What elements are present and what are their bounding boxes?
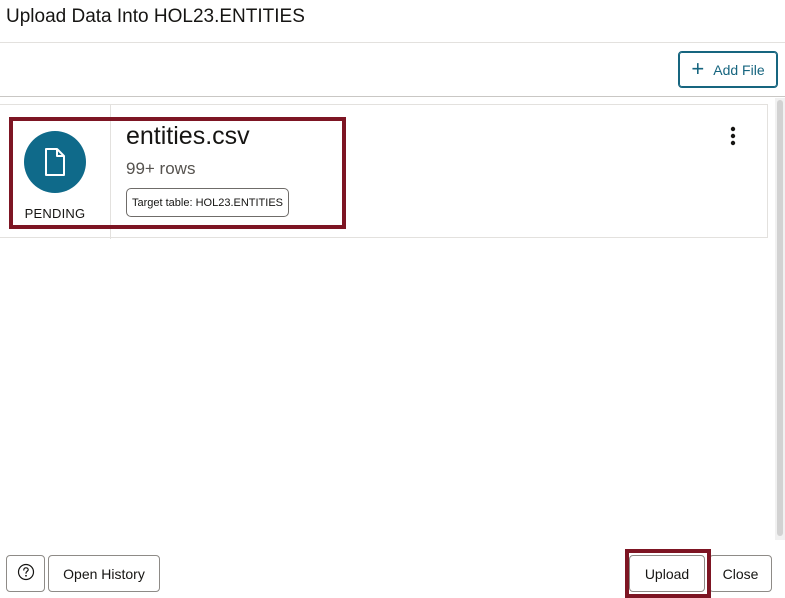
title-divider (0, 42, 785, 43)
upload-button[interactable]: Upload (629, 555, 705, 592)
help-button[interactable] (6, 555, 45, 592)
dialog-title: Upload Data Into HOL23.ENTITIES (6, 6, 305, 27)
scrollbar-thumb[interactable] (777, 100, 783, 536)
kebab-menu-icon[interactable] (722, 123, 744, 149)
file-name: entities.csv (126, 122, 250, 150)
toolbar-divider (0, 96, 785, 97)
add-file-button[interactable]: + Add File (678, 51, 778, 88)
add-file-label: Add File (713, 61, 765, 78)
close-button[interactable]: Close (709, 555, 772, 592)
document-icon (24, 131, 86, 193)
card-divider (110, 105, 111, 239)
plus-icon: + (691, 55, 705, 81)
question-circle-icon (17, 563, 35, 584)
target-table-chip: Target table: HOL23.ENTITIES (126, 188, 290, 217)
row-count: 99+ rows (126, 159, 196, 178)
status-badge: PENDING (24, 206, 86, 221)
file-card: PENDING entities.csv 99+ rows Target tab… (0, 104, 768, 239)
open-history-button[interactable]: Open History (48, 555, 160, 592)
